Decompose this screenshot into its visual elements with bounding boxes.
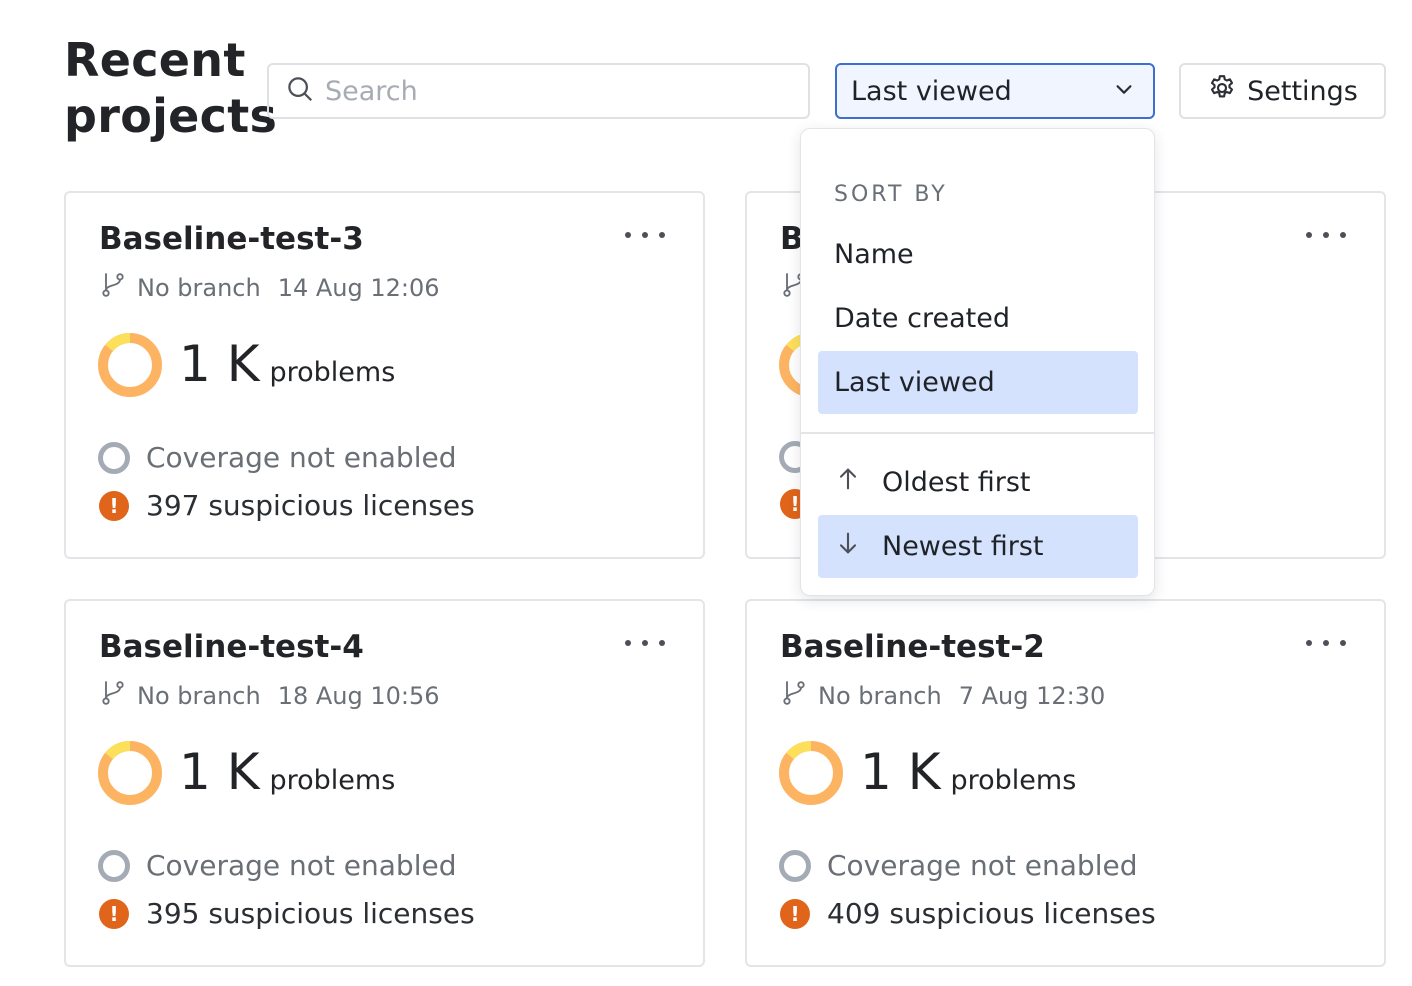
sort-dropdown[interactable]: Last viewed bbox=[835, 63, 1155, 119]
project-card[interactable]: Baseline-test-3 No branch 14 Aug 12:06 1… bbox=[64, 191, 705, 559]
settings-label: Settings bbox=[1247, 75, 1358, 107]
sort-direction-oldest[interactable]: Oldest first bbox=[818, 451, 1138, 514]
licenses-status: ! 397 suspicious licenses bbox=[99, 489, 475, 522]
branch-icon bbox=[99, 271, 137, 305]
coverage-label: Coverage not enabled bbox=[146, 849, 457, 882]
problems-count: 1 K bbox=[860, 743, 941, 801]
project-date: 14 Aug 12:06 bbox=[277, 274, 440, 302]
problems-label: problems bbox=[950, 765, 1077, 796]
project-meta: No branch 18 Aug 10:56 bbox=[99, 679, 440, 713]
project-meta: No branch 14 Aug 12:06 bbox=[99, 271, 440, 305]
coverage-status: Coverage not enabled bbox=[779, 849, 1138, 882]
warning-icon: ! bbox=[99, 490, 129, 521]
project-title[interactable]: Baseline-test-4 bbox=[99, 629, 364, 665]
more-options-icon[interactable] bbox=[625, 223, 665, 247]
coverage-ring-icon bbox=[98, 849, 130, 882]
sort-direction-label: Newest first bbox=[882, 531, 1044, 562]
project-meta: No branch 7 Aug 12:30 bbox=[780, 679, 1105, 713]
licenses-status: ! 409 suspicious licenses bbox=[780, 897, 1156, 930]
search-box[interactable] bbox=[267, 63, 810, 119]
project-title[interactable]: Baseline-test-2 bbox=[780, 629, 1045, 665]
sort-menu: SORT BY Name Date created Last viewed Ol… bbox=[800, 128, 1155, 596]
branch-label: No branch bbox=[137, 682, 261, 710]
project-card[interactable]: Baseline-test-2 No branch 7 Aug 12:30 1 … bbox=[745, 599, 1386, 967]
search-icon bbox=[285, 74, 315, 108]
branch-label: No branch bbox=[818, 682, 942, 710]
sort-menu-heading: SORT BY bbox=[834, 182, 948, 207]
problems-donut-chart bbox=[779, 740, 843, 805]
menu-divider bbox=[801, 432, 1154, 434]
problems-donut-chart bbox=[98, 332, 162, 397]
problems-summary: 1 K problems bbox=[179, 333, 395, 395]
more-options-icon[interactable] bbox=[625, 631, 665, 655]
project-card[interactable]: Baseline-test-4 No branch 18 Aug 10:56 1… bbox=[64, 599, 705, 967]
sort-option-label: Date created bbox=[834, 303, 1010, 334]
sort-option-last-viewed[interactable]: Last viewed bbox=[818, 351, 1138, 414]
coverage-ring-icon bbox=[779, 849, 811, 882]
problems-label: problems bbox=[269, 765, 396, 796]
problems-label: problems bbox=[269, 357, 396, 388]
warning-icon: ! bbox=[780, 898, 810, 929]
licenses-label: 409 suspicious licenses bbox=[827, 897, 1156, 930]
coverage-label: Coverage not enabled bbox=[827, 849, 1138, 882]
sort-direction-label: Oldest first bbox=[882, 467, 1031, 498]
project-date: 7 Aug 12:30 bbox=[958, 682, 1106, 710]
problems-count: 1 K bbox=[179, 335, 260, 393]
branch-icon bbox=[780, 679, 818, 713]
coverage-ring-icon bbox=[98, 441, 130, 474]
sort-option-label: Last viewed bbox=[834, 367, 995, 398]
sort-direction-newest[interactable]: Newest first bbox=[818, 515, 1138, 578]
licenses-status: ! 395 suspicious licenses bbox=[99, 897, 475, 930]
branch-label: No branch bbox=[137, 274, 261, 302]
coverage-status: Coverage not enabled bbox=[98, 441, 457, 474]
search-input[interactable] bbox=[325, 75, 795, 107]
sort-option-label: Name bbox=[834, 239, 914, 270]
gear-icon bbox=[1207, 73, 1237, 110]
sort-option-date-created[interactable]: Date created bbox=[818, 287, 1138, 350]
coverage-status: Coverage not enabled bbox=[98, 849, 457, 882]
problems-summary: 1 K problems bbox=[860, 741, 1076, 803]
licenses-label: 397 suspicious licenses bbox=[146, 489, 475, 522]
problems-summary: 1 K problems bbox=[179, 741, 395, 803]
more-options-icon[interactable] bbox=[1306, 631, 1346, 655]
sort-option-name[interactable]: Name bbox=[818, 223, 1138, 286]
sort-selected-label: Last viewed bbox=[851, 75, 1012, 107]
licenses-label: 395 suspicious licenses bbox=[146, 897, 475, 930]
settings-button[interactable]: Settings bbox=[1179, 63, 1386, 119]
problems-donut-chart bbox=[98, 740, 162, 805]
project-title[interactable]: Baseline-test-3 bbox=[99, 221, 364, 257]
branch-icon bbox=[99, 679, 137, 713]
chevron-down-icon bbox=[1113, 76, 1135, 107]
warning-icon: ! bbox=[99, 898, 129, 929]
project-date: 18 Aug 10:56 bbox=[277, 682, 440, 710]
more-options-icon[interactable] bbox=[1306, 223, 1346, 247]
arrow-up-icon bbox=[834, 465, 882, 500]
problems-count: 1 K bbox=[179, 743, 260, 801]
arrow-down-icon bbox=[834, 529, 882, 564]
page-title: Recent projects bbox=[64, 33, 278, 143]
coverage-label: Coverage not enabled bbox=[146, 441, 457, 474]
